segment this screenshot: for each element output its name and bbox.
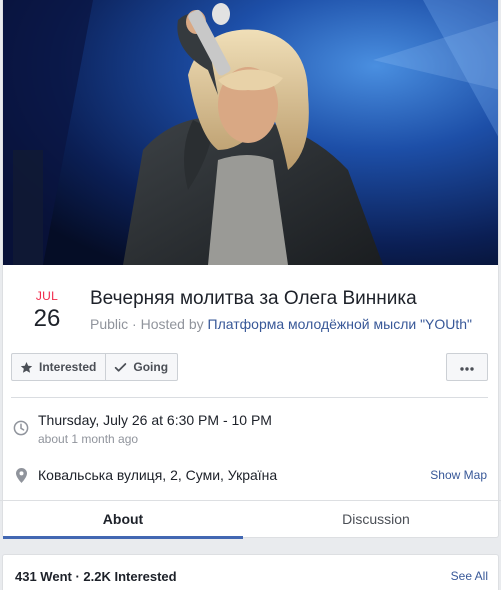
event-time: Thursday, July 26 at 6:30 PM - 10 PM [38,412,272,428]
event-actions: Interested Going [11,353,488,381]
clock-icon [13,420,29,441]
guest-stats: 431 Went · 2.2K Interested [15,569,177,584]
ellipsis-icon [460,358,474,376]
star-icon [20,361,33,374]
event-card: JUL 26 Вечерняя молитва за Олега Винника… [2,0,499,538]
tab-about[interactable]: About [3,501,243,539]
show-map-link[interactable]: Show Map [430,468,487,482]
see-all-link[interactable]: See All [451,569,488,583]
more-options-button[interactable] [446,353,488,381]
going-button[interactable]: Going [106,353,179,381]
event-location: Ковальська вулиця, 2, Суми, Україна [38,467,278,483]
event-privacy: Public [90,316,129,332]
event-title: Вечерняя молитва за Олега Винника [90,288,417,309]
guests-card: 431 Went · 2.2K Interested See All [2,554,499,590]
event-tabs: About Discussion [0,500,501,539]
cover-image [3,0,498,265]
event-day: 26 [33,305,61,332]
event-time-relative: about 1 month ago [38,432,139,446]
going-label: Going [133,360,169,374]
interested-label: Interested [39,360,97,374]
separator-dot: · [132,316,141,332]
event-subtitle: Public · Hosted by Платформа молодёжной … [90,315,472,333]
map-pin-icon [16,468,27,488]
checkmark-icon [114,361,127,374]
event-month: JUL [35,289,59,303]
event-cover-photo[interactable] [3,0,498,265]
section-divider [11,397,488,398]
event-date-badge: JUL 26 [25,289,69,333]
interested-button[interactable]: Interested [11,353,107,381]
hosted-by-label: Hosted by [140,316,204,332]
host-link[interactable]: Платформа молодёжной мысли "YOUth" [208,316,473,332]
tab-discussion[interactable]: Discussion [256,501,496,539]
rsvp-button-group: Interested Going [11,353,179,381]
